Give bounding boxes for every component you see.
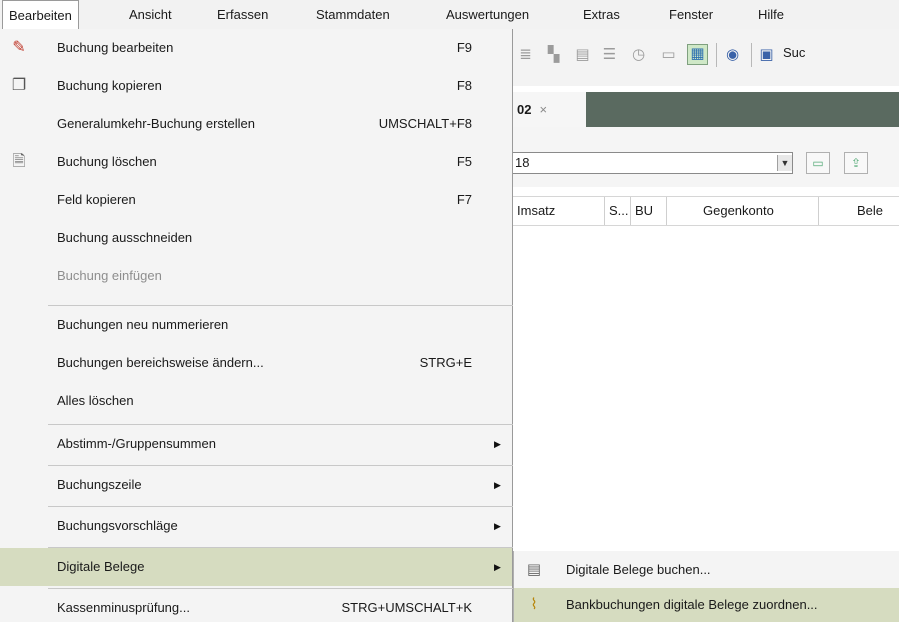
view-icon[interactable]: ◉ <box>724 46 741 63</box>
paperclip-icon: ⌇ <box>530 596 538 613</box>
submenu-item-label: Digitale Belege buchen... <box>566 562 711 577</box>
list-icon[interactable]: ≣ <box>517 46 534 63</box>
menu-item-label: Generalumkehr-Buchung erstellen <box>57 116 255 131</box>
submenu-item-bankbuchungen-zuordnen[interactable]: ⌇ Bankbuchungen digitale Belege zuordnen… <box>514 588 899 622</box>
menu-item-buchungszeile[interactable]: Buchungszeile ▶ <box>0 466 512 504</box>
menu-stammdaten[interactable]: Stammdaten <box>316 0 390 29</box>
menu-item-buchung-kopieren[interactable]: ❐ Buchung kopieren F8 <box>0 67 512 105</box>
chevron-right-icon: ▶ <box>494 439 501 449</box>
menu-ansicht[interactable]: Ansicht <box>129 0 172 29</box>
menu-item-label: Buchung einfügen <box>57 268 162 283</box>
tab-label: 02 <box>517 102 532 117</box>
menu-item-buchung-loeschen[interactable]: 🗎 Buchung löschen F5 <box>0 143 512 181</box>
combo-value: 18 <box>515 155 530 170</box>
menu-item-label: Feld kopieren <box>57 192 136 207</box>
submenu-item-digitale-belege-buchen[interactable]: ▤ Digitale Belege buchen... <box>514 553 899 587</box>
menu-item-label: Alles löschen <box>57 393 134 408</box>
submenu-item-label: Bankbuchungen digitale Belege zuordnen..… <box>566 597 818 612</box>
column-header[interactable]: Bele <box>819 197 899 225</box>
menu-erfassen[interactable]: Erfassen <box>217 0 268 29</box>
menu-item-shortcut: F7 <box>456 192 472 207</box>
close-icon[interactable]: × <box>539 102 547 117</box>
menu-item-abstimm-gruppensummen[interactable]: Abstimm-/Gruppensummen ▶ <box>0 425 512 463</box>
chevron-down-icon[interactable]: ▼ <box>777 155 792 171</box>
menu-item-buchung-ausschneiden[interactable]: Buchung ausschneiden <box>0 219 512 257</box>
menu-item-digitale-belege[interactable]: Digitale Belege ▶ <box>0 548 512 586</box>
menu-item-label: Buchungsvorschläge <box>57 518 178 533</box>
menu-item-label: Buchung löschen <box>57 154 157 169</box>
menu-item-buchung-einfuegen: Buchung einfügen <box>0 257 512 295</box>
menu-auswertungen[interactable]: Auswertungen <box>446 0 529 29</box>
digitale-belege-submenu: ▤ Digitale Belege buchen... ⌇ Bankbuchun… <box>513 551 899 622</box>
menu-item-shortcut: UMSCHALT+F8 <box>378 116 472 131</box>
menu-item-label: Digitale Belege <box>57 559 145 574</box>
delete-icon: 🗎 <box>12 153 26 170</box>
column-header[interactable]: S... <box>605 197 631 225</box>
note-icon[interactable]: ▭ <box>660 46 677 63</box>
toolbar-separator <box>716 43 717 67</box>
menu-item-shortcut: STRG+E <box>419 355 472 370</box>
menu-item-shortcut: STRG+UMSCHALT+K <box>341 600 472 615</box>
menu-item-neu-nummerieren[interactable]: Buchungen neu nummerieren <box>0 306 512 344</box>
bearbeiten-dropdown-menu: ✎ Buchung bearbeiten F9 ❐ Buchung kopier… <box>0 29 513 622</box>
menu-item-label: Buchung bearbeiten <box>57 40 174 55</box>
numbered-list-icon[interactable]: ☰ <box>601 46 618 63</box>
menu-item-shortcut: F9 <box>456 40 472 55</box>
edit-icon: ✎ <box>12 39 26 56</box>
menu-item-generalumkehr[interactable]: Generalumkehr-Buchung erstellen UMSCHALT… <box>0 105 512 143</box>
menu-item-label: Abstimm-/Gruppensummen <box>57 436 216 451</box>
menu-bearbeiten[interactable]: Bearbeiten <box>2 0 79 29</box>
menu-item-feld-kopieren[interactable]: Feld kopieren F7 <box>0 181 512 219</box>
menu-item-alles-loeschen[interactable]: Alles löschen <box>0 382 512 420</box>
menu-item-buchung-bearbeiten[interactable]: ✎ Buchung bearbeiten F9 <box>0 29 512 67</box>
document-tabstrip: 02 × <box>513 92 899 127</box>
filter-row: 18 ▼ ▭ ⇪ <box>513 127 899 187</box>
menu-item-label: Kassenminusprüfung... <box>57 600 190 615</box>
document-tab[interactable]: 02 × <box>513 92 586 127</box>
column-header[interactable]: Gegenkonto <box>667 197 819 225</box>
menu-item-shortcut: F8 <box>456 78 472 93</box>
history-icon[interactable]: ◷ <box>630 46 647 63</box>
toolbar: ≣ ▚ ▤ ☰ ◷ ▭ ▦ ◉ ▣ Suc <box>513 29 899 86</box>
menu-item-buchungsvorschlaege[interactable]: Buchungsvorschläge ▶ <box>0 507 512 545</box>
menu-item-kassenminuspruefung[interactable]: Kassenminusprüfung... STRG+UMSCHALT+K <box>0 589 512 627</box>
menu-item-shortcut: F5 <box>456 154 472 169</box>
column-header[interactable]: Imsatz <box>513 197 605 225</box>
menu-item-label: Buchungszeile <box>57 477 142 492</box>
menu-item-label: Buchungen bereichsweise ändern... <box>57 355 264 370</box>
import-icon[interactable]: ⇪ <box>844 152 868 174</box>
calendar-icon[interactable]: ▭ <box>806 152 830 174</box>
copy-icon: ❐ <box>11 77 27 94</box>
document-icon[interactable]: ▤ <box>574 46 591 63</box>
menu-fenster[interactable]: Fenster <box>669 0 713 29</box>
menu-item-label: Buchungen neu nummerieren <box>57 317 229 332</box>
menu-bar: Bearbeiten Ansicht Erfassen Stammdaten A… <box>0 0 899 30</box>
period-combobox[interactable]: 18 ▼ <box>513 152 793 174</box>
chevron-right-icon: ▶ <box>494 562 501 572</box>
copy-icon[interactable]: ▚ <box>545 46 562 63</box>
chevron-right-icon: ▶ <box>494 480 501 490</box>
document-icon: ▤ <box>526 561 542 578</box>
menu-item-label: Buchung kopieren <box>57 78 162 93</box>
search-button-label[interactable]: Suc <box>783 45 805 60</box>
menu-hilfe[interactable]: Hilfe <box>758 0 784 29</box>
toolbar-separator <box>751 43 752 67</box>
menu-extras[interactable]: Extras <box>583 0 620 29</box>
menu-item-bereichsweise-aendern[interactable]: Buchungen bereichsweise ändern... STRG+E <box>0 344 512 382</box>
chevron-right-icon: ▶ <box>494 521 501 531</box>
print-icon[interactable]: ▦ <box>687 44 708 65</box>
search-window-icon[interactable]: ▣ <box>758 46 775 63</box>
journal-column-headers: Imsatz S... BU Gegenkonto Bele <box>513 196 899 226</box>
menu-item-label: Buchung ausschneiden <box>57 230 193 245</box>
column-header[interactable]: BU <box>631 197 667 225</box>
